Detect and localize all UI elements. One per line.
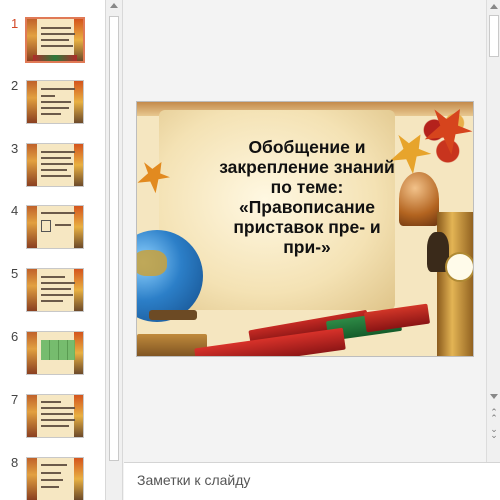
- scrollbar-thumb[interactable]: [109, 16, 119, 461]
- thumbnail-preview: [26, 457, 84, 500]
- thumbnail-slide-1[interactable]: 1: [0, 16, 105, 68]
- thumbnail-slide-2[interactable]: 2: [0, 78, 105, 130]
- thumbnail-preview: [25, 17, 85, 63]
- thumbnail-slide-8[interactable]: 8: [0, 455, 105, 500]
- thumbnail-slide-6[interactable]: 6: [0, 329, 105, 381]
- scroll-up-arrow-icon[interactable]: [490, 4, 498, 9]
- scroll-up-arrow-icon[interactable]: [110, 3, 118, 8]
- thumbnail-slide-4[interactable]: 4: [0, 203, 105, 255]
- scrollbar-thumb[interactable]: [489, 15, 499, 57]
- presentation-editor: 1 2 3 4 5 6 7 8 Обобщение и закрепление …: [0, 0, 500, 500]
- previous-slide-icon[interactable]: ⌃ ⌃: [489, 408, 499, 423]
- thumbnail-number: 7: [11, 392, 19, 407]
- thumbnail-preview: [26, 394, 84, 438]
- thumbnail-preview: [26, 205, 84, 249]
- current-slide[interactable]: Обобщение и закрепление знаний по теме: …: [136, 101, 474, 357]
- notes-pane[interactable]: Заметки к слайду: [124, 462, 500, 500]
- thumbnail-preview: [26, 80, 84, 124]
- thumbnail-preview: [26, 331, 84, 375]
- clock-face-icon: [445, 252, 473, 282]
- thumbnail-number: 5: [11, 266, 19, 281]
- thumbnail-preview: [26, 143, 84, 187]
- thumbnail-number: 4: [11, 203, 19, 218]
- slide-scrollbar[interactable]: ⌃ ⌃ ⌄ ⌄: [486, 0, 500, 462]
- thumbnail-preview: [26, 268, 84, 312]
- slide-editing-area: Обобщение и закрепление знаний по теме: …: [124, 0, 486, 462]
- thumbnail-number: 3: [11, 141, 19, 156]
- thumbnail-number: 6: [11, 329, 19, 344]
- slide-title[interactable]: Обобщение и закрепление знаний по теме: …: [201, 137, 413, 257]
- globe-stand: [149, 310, 197, 320]
- thumbnail-slide-5[interactable]: 5: [0, 266, 105, 318]
- thumbnail-slide-7[interactable]: 7: [0, 392, 105, 444]
- thumbnail-number: 8: [11, 455, 19, 470]
- notes-placeholder: Заметки к слайду: [137, 472, 251, 488]
- next-slide-icon[interactable]: ⌄ ⌄: [489, 425, 499, 440]
- thumbnail-slide-3[interactable]: 3: [0, 141, 105, 193]
- thumbnail-scrollbar[interactable]: [106, 0, 123, 500]
- thumbnail-number: 2: [11, 78, 19, 93]
- thumbnail-number: 1: [11, 16, 19, 31]
- slide-thumbnail-pane: 1 2 3 4 5 6 7 8: [0, 0, 106, 500]
- scroll-down-arrow-icon[interactable]: [490, 394, 498, 399]
